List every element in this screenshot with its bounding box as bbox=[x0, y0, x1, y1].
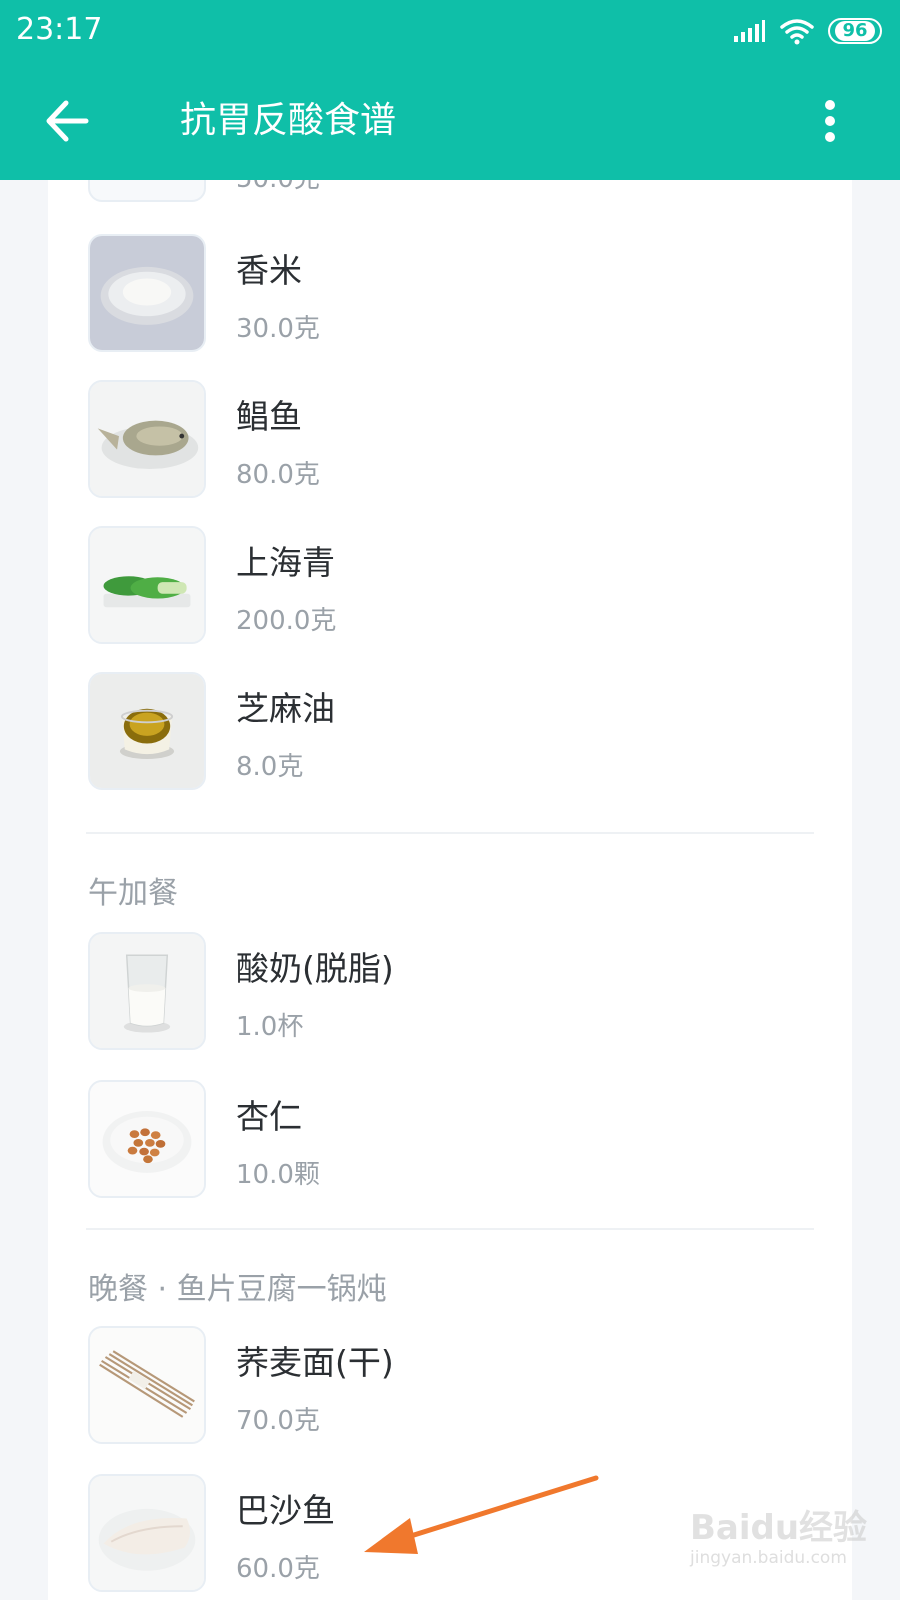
item-amount: 8.0克 bbox=[236, 752, 304, 782]
wifi-icon bbox=[780, 19, 814, 45]
list-item[interactable]: 芝麻油 8.0克 bbox=[88, 672, 688, 790]
status-icons: 96 bbox=[732, 16, 882, 46]
item-amount: 60.0克 bbox=[236, 1554, 320, 1584]
item-name: 鲳鱼 bbox=[236, 397, 302, 436]
section-title: 午加餐 bbox=[88, 876, 178, 911]
section-divider bbox=[86, 832, 814, 834]
item-name: 酸奶(脱脂) bbox=[236, 949, 394, 988]
rice-thumbnail bbox=[88, 234, 206, 352]
battery-level: 96 bbox=[835, 21, 875, 41]
item-name: 香米 bbox=[236, 251, 302, 290]
list-item[interactable]: 香米 30.0克 bbox=[88, 234, 688, 352]
section-divider bbox=[86, 1228, 814, 1230]
item-name: 上海青 bbox=[236, 543, 335, 582]
item-amount: 10.0颗 bbox=[236, 1160, 320, 1190]
pomfret-thumbnail bbox=[88, 380, 206, 498]
item-amount: 1.0杯 bbox=[236, 1012, 304, 1042]
status-time: 23:17 bbox=[16, 12, 103, 47]
list-item[interactable]: 荞麦面(干) 70.0克 bbox=[88, 1326, 688, 1444]
item-amount: 80.0克 bbox=[236, 460, 320, 490]
annotation-arrow-icon bbox=[364, 1475, 599, 1554]
item-amount: 70.0克 bbox=[236, 1406, 320, 1436]
item-name: 巴沙鱼 bbox=[236, 1491, 335, 1530]
item-name: 荞麦面(干) bbox=[236, 1343, 394, 1382]
list-item[interactable]: 酸奶(脱脂) 1.0杯 bbox=[88, 932, 688, 1050]
signal-icon bbox=[734, 20, 765, 42]
baidu-watermark: Baidu经验 bbox=[690, 1508, 868, 1548]
back-arrow-icon[interactable] bbox=[42, 96, 92, 146]
list-item[interactable]: 上海青 200.0克 bbox=[88, 526, 688, 644]
app-header: 23:17 96 抗胃反酸食谱 bbox=[0, 0, 900, 180]
item-name: 芝麻油 bbox=[236, 689, 335, 728]
yogurt-thumbnail bbox=[88, 932, 206, 1050]
item-amount: 30.0克 bbox=[236, 314, 320, 344]
more-options-icon[interactable] bbox=[818, 96, 842, 146]
list-item[interactable]: 杏仁 10.0颗 bbox=[88, 1080, 688, 1198]
section-title: 晚餐 · 鱼片豆腐一锅炖 bbox=[88, 1272, 387, 1307]
baidu-watermark-url: jingyan.baidu.com bbox=[690, 1548, 847, 1568]
item-amount: 200.0克 bbox=[236, 606, 337, 636]
basa-fish-thumbnail bbox=[88, 1474, 206, 1592]
item-name: 杏仁 bbox=[236, 1097, 302, 1136]
bok-choy-thumbnail bbox=[88, 526, 206, 644]
almonds-thumbnail bbox=[88, 1080, 206, 1198]
page-title: 抗胃反酸食谱 bbox=[180, 100, 397, 141]
list-item[interactable]: 鲳鱼 80.0克 bbox=[88, 380, 688, 498]
sesame-oil-thumbnail bbox=[88, 672, 206, 790]
battery-icon: 96 bbox=[828, 18, 882, 44]
buckwheat-noodles-thumbnail bbox=[88, 1326, 206, 1444]
